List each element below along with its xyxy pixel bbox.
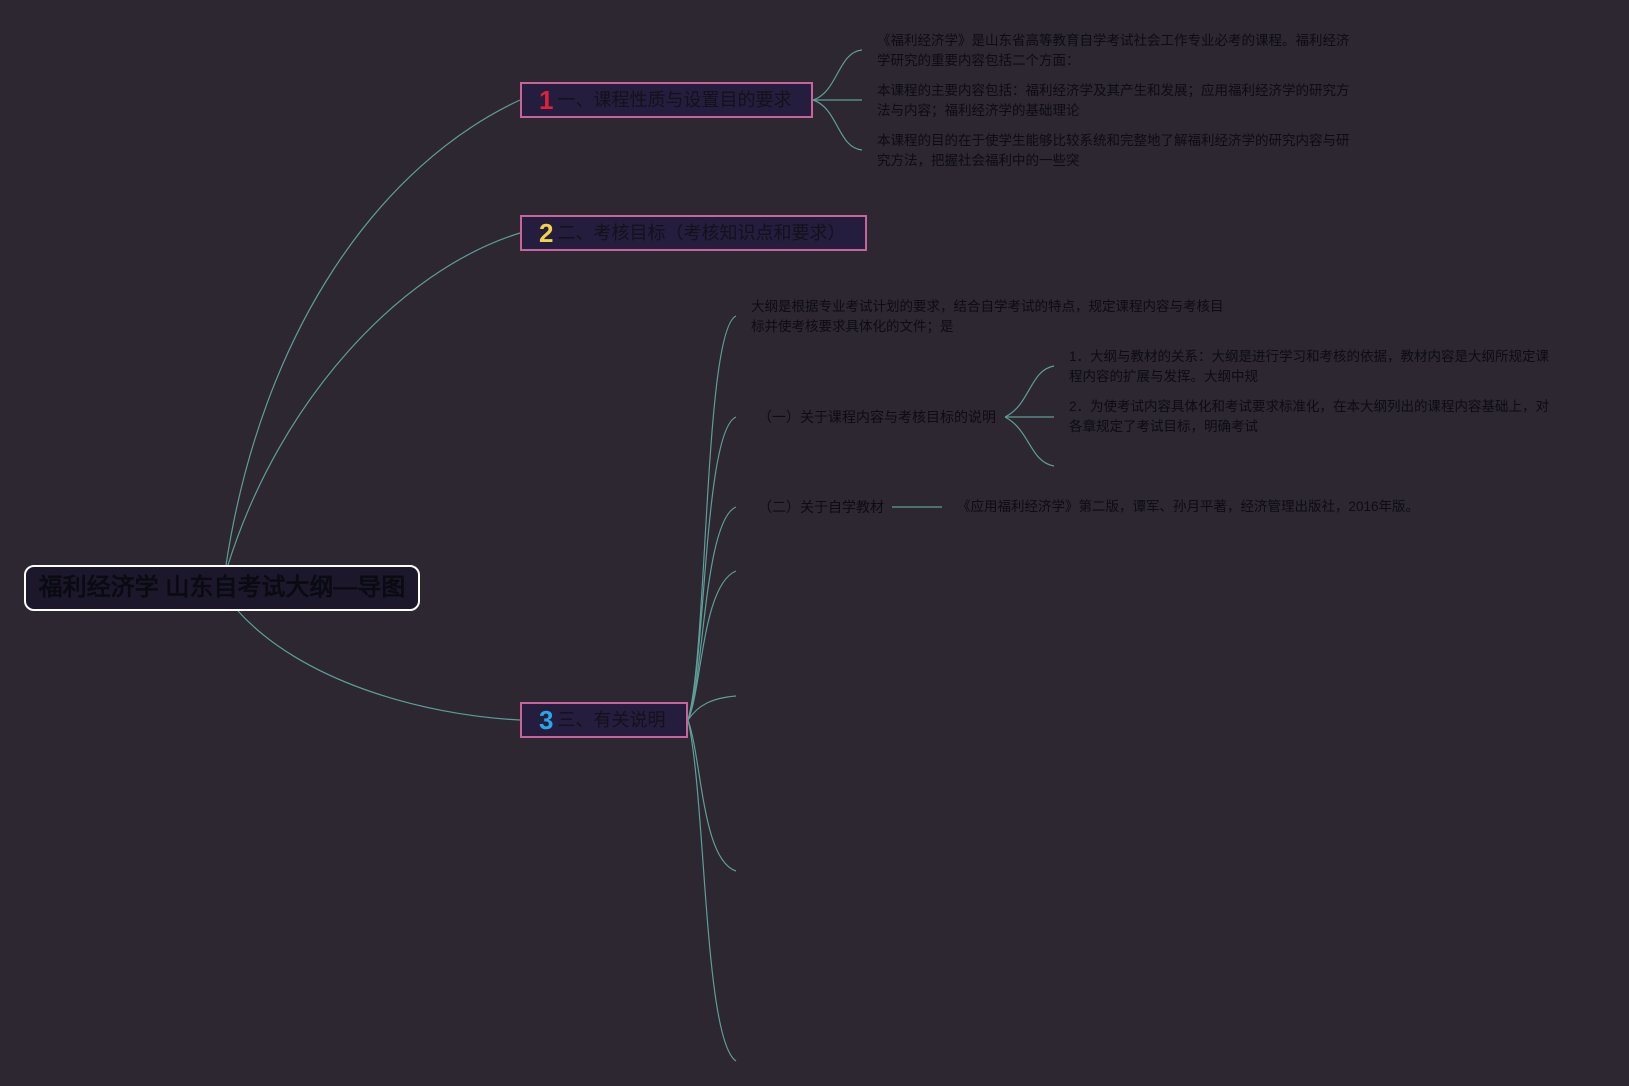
branch-3-sub1-text-1[interactable]: 1．大纲与教材的关系：大纲是进行学习和考核的依据，教材内容是大纲所规定课 程内容… xyxy=(1069,347,1549,387)
branch-1-label: 一、课程性质与设置目的要求 xyxy=(557,90,792,110)
branch-3-label: 三、有关说明 xyxy=(557,710,666,730)
branch-1-number: 1 xyxy=(539,85,554,115)
branch-2-number: 2 xyxy=(539,218,554,248)
branch-2-label: 二、考核目标（考核知识点和要求） xyxy=(557,223,846,243)
branch-1-text-1[interactable]: 《福利经济学》是山东省高等教育自学考试社会工作专业必考的课程。福利经济 学研究的… xyxy=(877,31,1350,71)
branch-3-sub2-child[interactable]: 《应用福利经济学》第二版，谭军、孙月平著，经济管理出版社，2016年版。 xyxy=(957,497,1419,517)
connector-branch3-empty5 xyxy=(687,695,737,721)
branch-1-text-3[interactable]: 本课程的目的在于使学生能够比较系统和完整地了解福利经济学的研究内容与研 究方法，… xyxy=(877,131,1350,171)
branch-3-sub2-label[interactable]: （二）关于自学教材 xyxy=(758,497,884,517)
branch-3-sub1-label[interactable]: （一）关于课程内容与考核目标的说明 xyxy=(758,407,996,427)
connector-sub1-empty xyxy=(1004,416,1055,467)
connector-branch3-sub2 xyxy=(687,506,737,721)
connector-root-branch-3 xyxy=(237,610,521,721)
connector-branch1-text1 xyxy=(812,49,863,101)
connector-branch3-empty4 xyxy=(687,570,737,721)
branch-1-text-2[interactable]: 本课程的主要内容包括：福利经济学及其产生和发展；应用福利经济学的研究方 法与内容… xyxy=(877,81,1350,121)
connector-branch3-empty7 xyxy=(687,719,737,1062)
branch-3-intro-text[interactable]: 大纲是根据专业考试计划的要求，结合自学考试的特点，规定课程内容与考核目 标并使考… xyxy=(751,297,1224,337)
branch-3-number: 3 xyxy=(539,705,554,735)
branch-1-node[interactable]: 1 一、课程性质与设置目的要求 xyxy=(520,82,813,118)
root-node[interactable]: 福利经济学 山东自考试大纲—导图 xyxy=(24,565,420,611)
connector-branch3-empty6 xyxy=(687,719,737,872)
root-title: 福利经济学 山东自考试大纲—导图 xyxy=(38,574,406,601)
branch-3-node[interactable]: 3 三、有关说明 xyxy=(520,702,688,738)
connector-root-branch-1 xyxy=(225,99,521,566)
connector-root-branch-2 xyxy=(227,232,521,566)
connector-lines xyxy=(225,49,1055,1062)
branch-2-node[interactable]: 2 二、考核目标（考核知识点和要求） xyxy=(520,215,867,251)
connector-sub1-text1 xyxy=(1004,365,1055,418)
connector-branch3-intro xyxy=(687,315,737,721)
branch-3-sub1-text-2[interactable]: 2．为使考试内容具体化和考试要求标准化，在本大纲列出的课程内容基础上，对 各章规… xyxy=(1069,397,1549,437)
connector-branch1-text3 xyxy=(812,99,863,151)
